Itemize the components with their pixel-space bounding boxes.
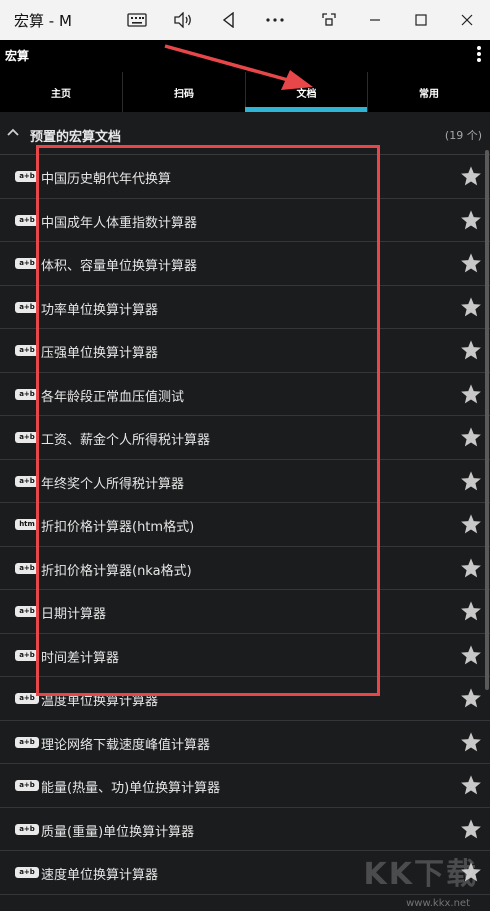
file-type-badge: a+b xyxy=(15,780,39,791)
annotation-arrow-icon xyxy=(164,44,313,90)
list-item[interactable]: a+b 能量(热量、功)单位换算计算器 xyxy=(0,764,490,808)
favorite-star-icon[interactable] xyxy=(460,296,482,318)
watermark-logo: KK下载 xyxy=(363,857,478,892)
file-type-badge: a+b xyxy=(15,867,39,878)
list-item-label: 速度单位换算计算器 xyxy=(41,868,159,883)
favorite-star-icon[interactable] xyxy=(460,252,482,274)
scrollbar[interactable] xyxy=(485,150,489,690)
watermark-url: www.kkx.net xyxy=(406,898,470,909)
list-item[interactable]: a+b 质量(重量)单位换算计算器 xyxy=(0,808,490,851)
list-item-label: 质量(重量)单位换算计算器 xyxy=(41,824,195,840)
favorite-star-icon[interactable] xyxy=(460,209,482,231)
annotation-highlight-box xyxy=(36,145,380,696)
favorite-star-icon[interactable] xyxy=(460,470,482,492)
favorite-star-icon[interactable] xyxy=(460,687,482,709)
favorite-star-icon[interactable] xyxy=(460,513,482,535)
favorite-star-icon[interactable] xyxy=(460,644,482,666)
favorite-star-icon[interactable] xyxy=(460,774,482,796)
favorite-star-icon[interactable] xyxy=(460,426,482,448)
favorite-star-icon[interactable] xyxy=(460,731,482,753)
favorite-star-icon[interactable] xyxy=(460,383,482,405)
file-type-badge: a+b xyxy=(15,823,39,835)
file-type-badge: a+b xyxy=(15,736,39,748)
list-item-label: 能量(热量、功)单位换算计算器 xyxy=(41,781,221,796)
favorite-star-icon[interactable] xyxy=(460,600,482,622)
favorite-star-icon[interactable] xyxy=(460,557,482,579)
list-item-label: 理论网络下载速度峰值计算器 xyxy=(41,737,211,753)
list-item[interactable]: a+b 理论网络下载速度峰值计算器 xyxy=(0,721,490,764)
favorite-star-icon[interactable] xyxy=(460,339,482,361)
favorite-star-icon[interactable] xyxy=(460,818,482,840)
